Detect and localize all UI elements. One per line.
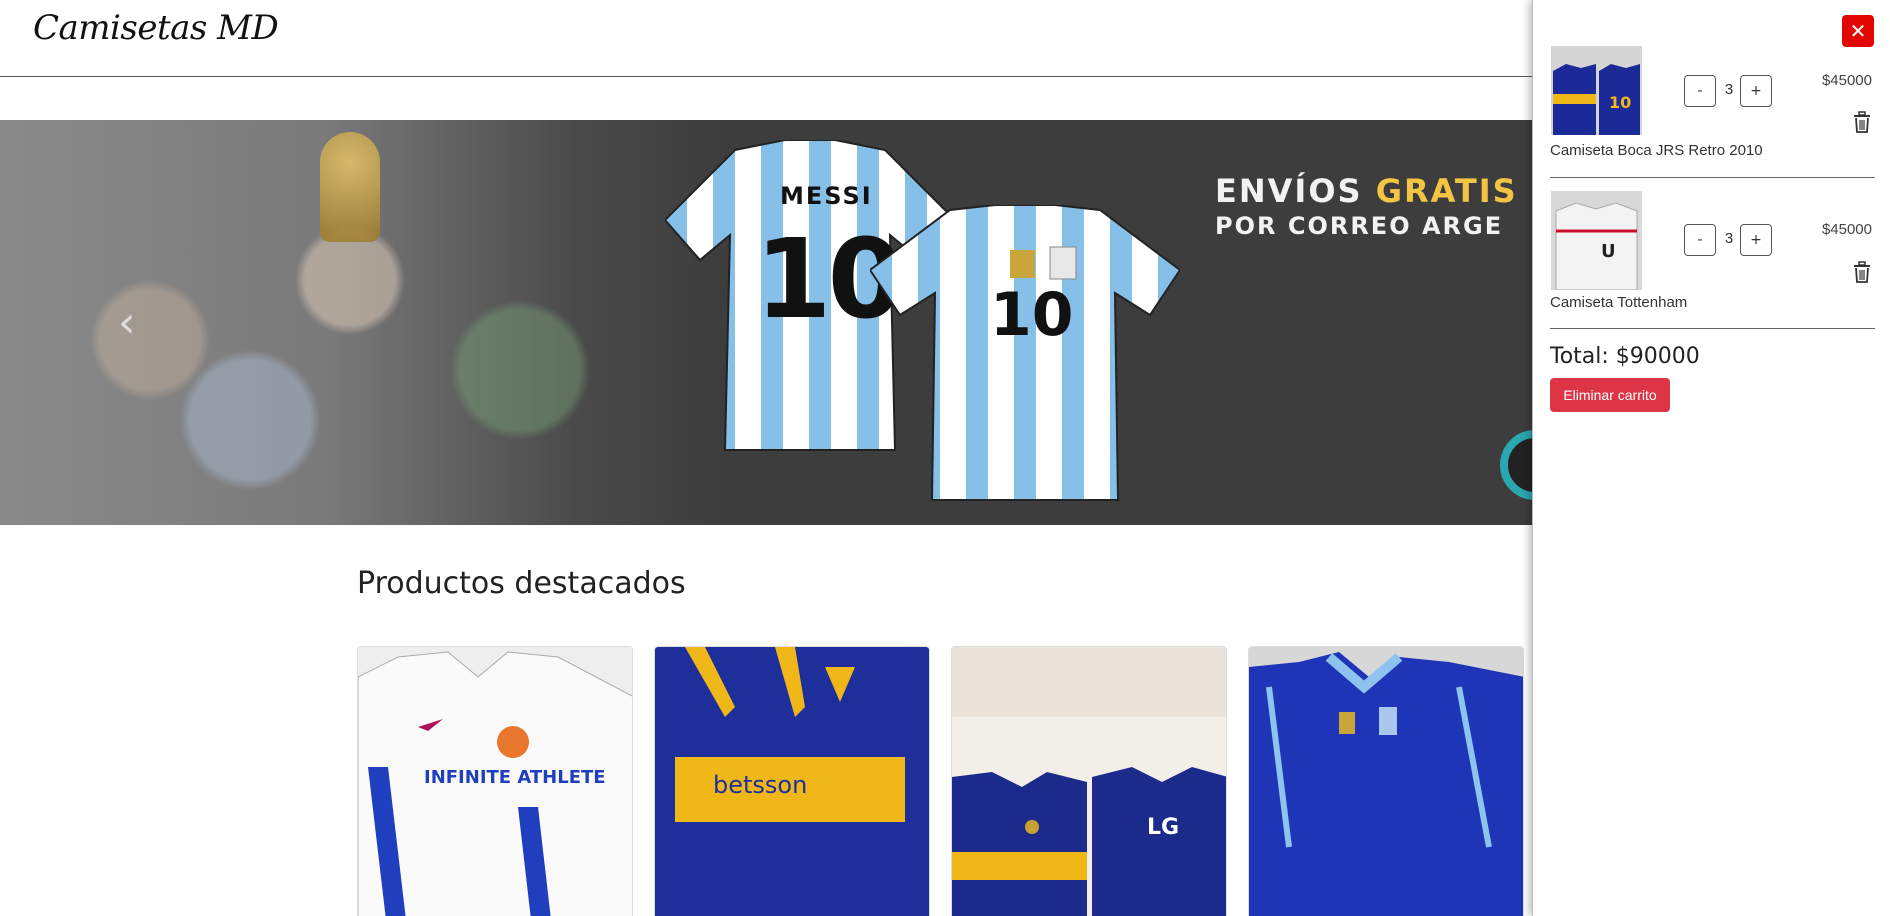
svg-text:U: U: [1601, 241, 1616, 262]
promo-headline-gratis: GRATIS: [1375, 172, 1518, 210]
cart-item-name: Camiseta Tottenham: [1550, 294, 1688, 311]
carousel-prev-icon[interactable]: ‹: [118, 298, 144, 348]
promo-subline: POR CORREO ARGE: [1215, 212, 1504, 240]
trash-icon[interactable]: [1851, 260, 1873, 284]
cart-item-thumbnail: 10: [1551, 46, 1642, 135]
hero-celebration-image: [0, 120, 720, 525]
product-card[interactable]: INFINITE ATHLETE: [357, 646, 633, 916]
hero-jersey-front: [870, 205, 1180, 505]
featured-products-title: Productos destacados: [357, 566, 686, 601]
close-cart-button[interactable]: ✕: [1842, 15, 1874, 47]
trophy-image: [320, 132, 380, 242]
quantity-value: 3: [1724, 230, 1734, 247]
product-image: [1249, 647, 1523, 916]
cart-item-thumbnail: U: [1551, 191, 1642, 290]
cart-total: Total: $90000: [1550, 344, 1700, 369]
product-text: INFINITE ATHLETE: [424, 767, 606, 788]
jersey-front-number-text: 10: [990, 280, 1074, 350]
clear-cart-button[interactable]: Eliminar carrito: [1550, 378, 1670, 412]
product-text: LG: [1147, 815, 1180, 840]
cart-item: U - 3 + $45000 Camiseta Tottenham: [1550, 191, 1875, 329]
jersey-name-text: MESSI: [780, 182, 873, 210]
promo-headline: ENVÍOS GRATIS: [1215, 172, 1518, 210]
promo-headline-part1: ENVÍOS: [1215, 172, 1376, 210]
brand-logo[interactable]: Camisetas MD: [33, 8, 279, 48]
product-image: [952, 647, 1226, 916]
svg-text:10: 10: [1609, 93, 1631, 112]
product-card[interactable]: LG: [951, 646, 1227, 916]
decrease-quantity-button[interactable]: -: [1684, 224, 1716, 256]
decrease-quantity-button[interactable]: -: [1684, 75, 1716, 107]
increase-quantity-button[interactable]: +: [1740, 224, 1772, 256]
cart-item-price: $45000: [1821, 72, 1872, 89]
page: Camisetas MD ‹ MESSI 10 10 ENVÍOS GRATIS…: [0, 0, 1890, 916]
cart-item-price: $45000: [1821, 221, 1872, 238]
product-text: betsson: [713, 771, 808, 799]
quantity-value: 3: [1724, 81, 1734, 98]
cart-item: 10 - 3 + $45000 Camiseta Boca JRS Retro …: [1550, 46, 1875, 178]
cart-item-name: Camiseta Boca JRS Retro 2010: [1550, 142, 1763, 159]
increase-quantity-button[interactable]: +: [1740, 75, 1772, 107]
trash-icon[interactable]: [1851, 110, 1873, 134]
product-card[interactable]: betsson: [654, 646, 930, 916]
product-card[interactable]: [1248, 646, 1524, 916]
